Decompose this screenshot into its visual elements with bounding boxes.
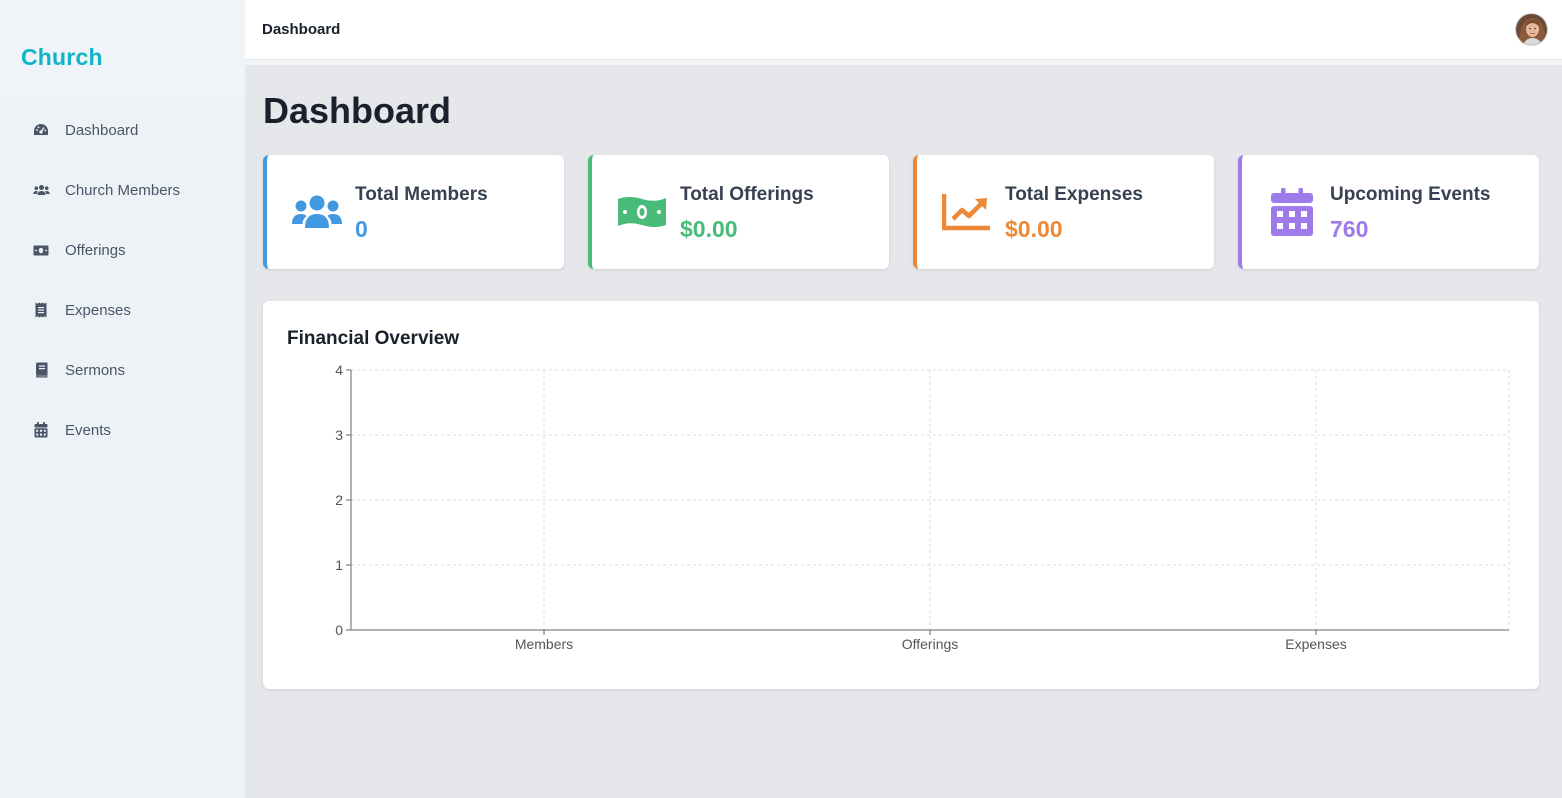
y-tick-label: 4 — [335, 362, 343, 378]
stat-label: Total Offerings — [680, 184, 814, 205]
stat-card-upcoming-events[interactable]: Upcoming Events 760 — [1238, 155, 1539, 269]
stat-value: 0 — [355, 216, 368, 242]
chart-line-icon — [941, 189, 993, 235]
sidebar-item-label: Church Members — [65, 181, 181, 199]
sidebar-item-dashboard[interactable]: Dashboard — [0, 100, 245, 160]
brand: Church — [0, 0, 245, 100]
users-icon — [291, 189, 343, 235]
sidebar: Church Dashboard Church Members Offering… — [0, 0, 245, 798]
sidebar-item-expenses[interactable]: Expenses — [0, 280, 245, 340]
x-tick-label: Offerings — [902, 636, 959, 652]
stat-label: Upcoming Events — [1330, 184, 1491, 205]
sidebar-item-label: Dashboard — [65, 121, 139, 139]
y-tick-label: 3 — [335, 427, 343, 443]
x-tick-label: Expenses — [1285, 636, 1346, 652]
page-title: Dashboard — [263, 90, 452, 131]
calendar-icon — [32, 421, 50, 439]
sidebar-item-label: Events — [65, 421, 111, 439]
topbar-title: Dashboard — [262, 21, 341, 38]
users-icon — [32, 181, 50, 199]
stat-value: $0.00 — [680, 216, 738, 242]
sidebar-item-label: Expenses — [65, 301, 131, 319]
sidebar-item-label: Sermons — [65, 361, 126, 379]
calendar-icon — [1266, 188, 1318, 236]
stat-label: Total Members — [355, 184, 488, 205]
stat-card-total-members[interactable]: Total Members 0 — [263, 155, 564, 269]
y-tick-label: 2 — [335, 492, 343, 508]
sidebar-nav: Dashboard Church Members Offerings Expen… — [0, 100, 245, 460]
gauge-icon — [32, 121, 50, 139]
financial-overview-panel: Financial Overview 0 1 2 3 4 Members Offerings… — [263, 301, 1539, 689]
stat-card-total-offerings[interactable]: Total Offerings $0.00 — [588, 155, 889, 269]
stat-card-total-expenses[interactable]: Total Expenses $0.00 — [913, 155, 1214, 269]
y-tick-label: 1 — [335, 557, 343, 573]
sidebar-item-offerings[interactable]: Offerings — [0, 220, 245, 280]
money-bill-icon — [32, 241, 50, 259]
stat-label: Total Expenses — [1005, 184, 1143, 205]
y-tick-label: 0 — [335, 622, 343, 638]
book-icon — [32, 361, 50, 379]
sidebar-item-label: Offerings — [65, 241, 126, 259]
receipt-icon — [32, 301, 50, 319]
sidebar-item-sermons[interactable]: Sermons — [0, 340, 245, 400]
user-avatar[interactable] — [1515, 13, 1548, 46]
stat-value: $0.00 — [1005, 216, 1063, 242]
financial-overview-chart: 0 1 2 3 4 Members Offerings Expenses — [335, 362, 1510, 652]
topbar-divider — [245, 60, 1562, 65]
topbar: Dashboard — [245, 0, 1562, 60]
money-bill-icon — [616, 189, 668, 235]
sidebar-item-events[interactable]: Events — [0, 400, 245, 460]
stat-value: 760 — [1330, 216, 1369, 242]
brand-name[interactable]: Church — [21, 44, 103, 70]
sidebar-item-church-members[interactable]: Church Members — [0, 160, 245, 220]
x-tick-label: Members — [515, 636, 573, 652]
